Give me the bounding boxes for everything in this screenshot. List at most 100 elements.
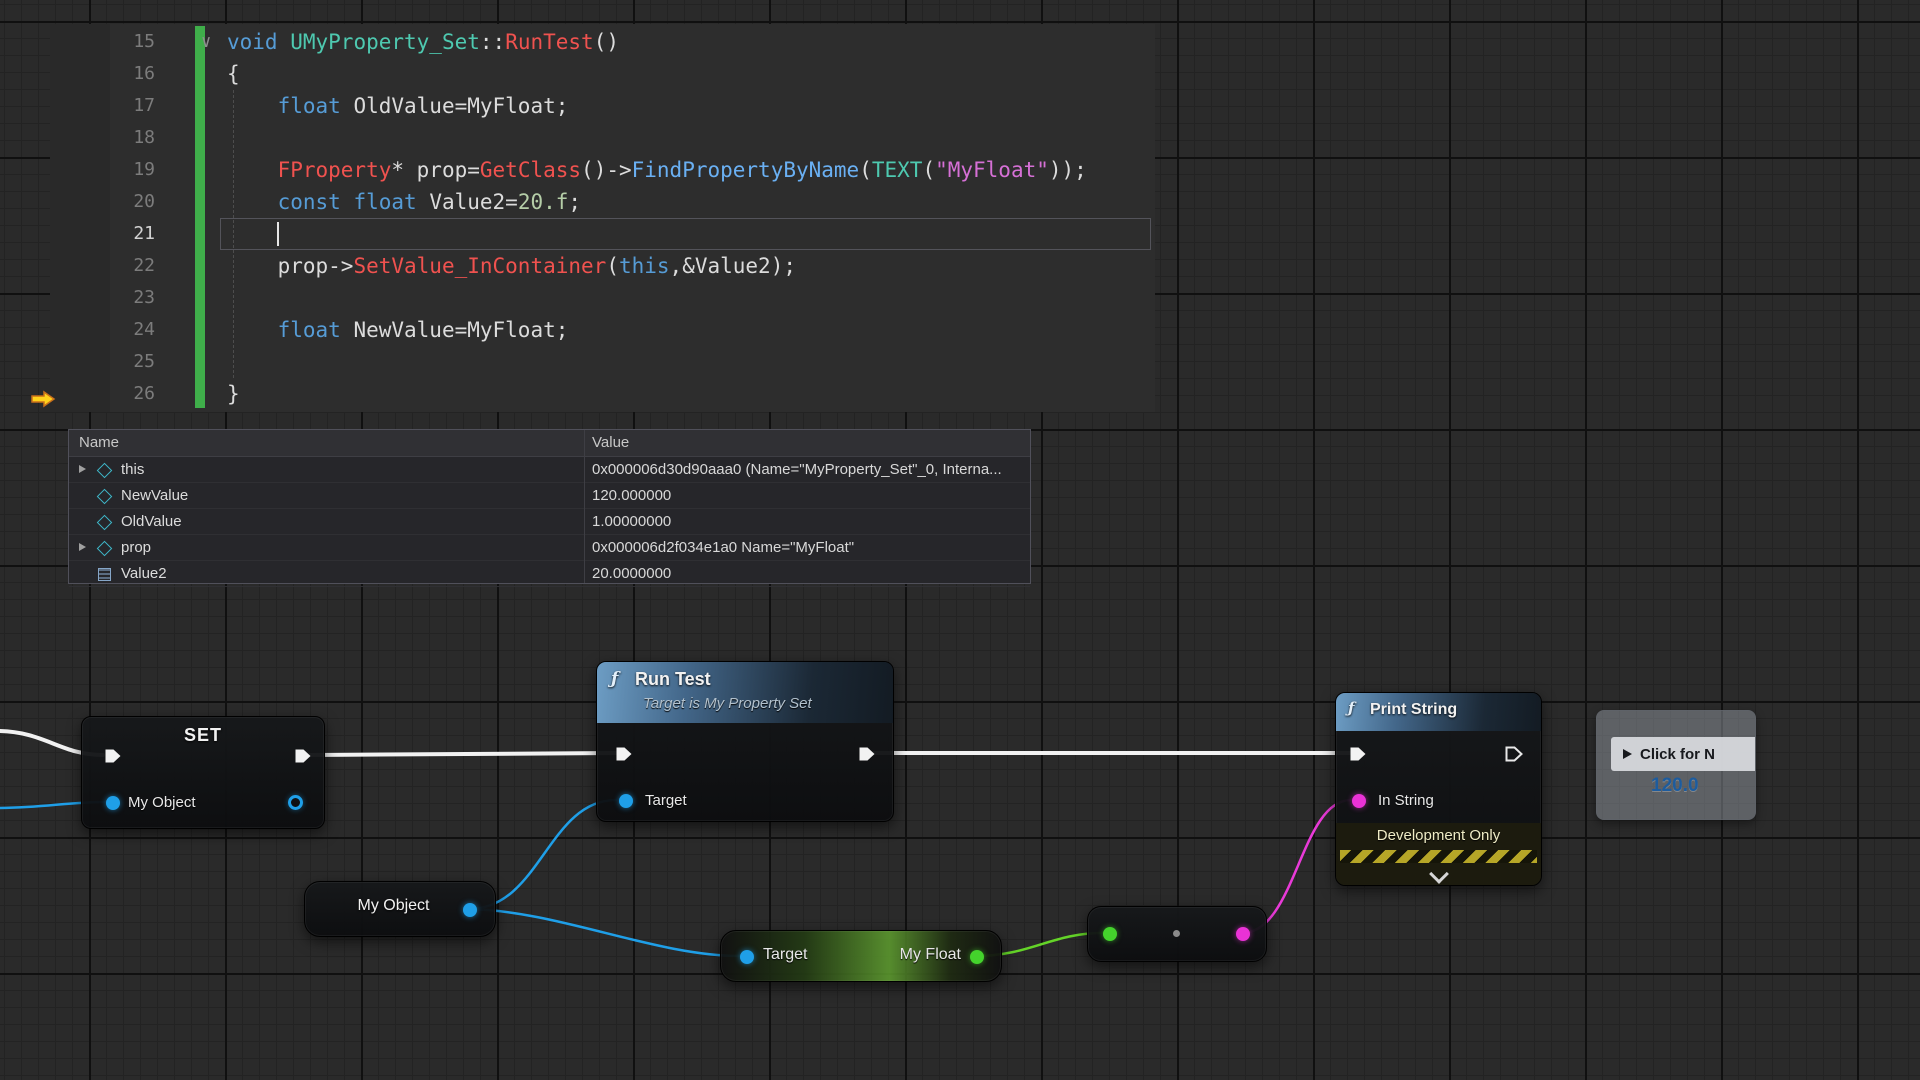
target-in-pin[interactable] — [619, 794, 633, 808]
object-icon — [97, 541, 113, 557]
watch-variable-name[interactable]: this — [121, 457, 144, 482]
watch-header: Name Value — [69, 430, 1030, 457]
watch-variable-value[interactable]: 0x000006d2f034e1a0 Name="MyFloat" — [592, 535, 1024, 560]
exec-out-pin[interactable] — [1505, 746, 1523, 762]
watch-row[interactable]: prop 0x000006d2f034e1a0 Name="MyFloat" — [69, 535, 1030, 561]
line-number: 25 — [50, 346, 155, 378]
exec-out-pin[interactable] — [294, 748, 312, 764]
code-line[interactable]: 18 — [50, 122, 1155, 154]
target-pin-label: Target — [645, 792, 687, 809]
code-line[interactable]: 21 — [50, 218, 1155, 250]
development-only-section: Development Only — [1336, 823, 1541, 885]
line-number: 20 — [50, 186, 155, 218]
watch-variable-value[interactable]: 1.00000000 — [592, 509, 1024, 534]
line-number: 22 — [50, 250, 155, 282]
column-divider[interactable] — [584, 430, 585, 583]
watch-row[interactable]: NewValue 120.000000 — [69, 483, 1030, 509]
set-pin-label: My Object — [128, 794, 196, 811]
to-string-conversion-node[interactable] — [1087, 906, 1267, 962]
hazard-stripes — [1340, 850, 1537, 863]
print-string-node[interactable]: ƒ Print String In String Development Onl… — [1335, 692, 1542, 886]
run-test-header: ƒ Run Test Target is My Property Set — [597, 662, 893, 723]
string-out-pin[interactable] — [1236, 927, 1250, 941]
exec-out-pin[interactable] — [858, 746, 876, 762]
watch-rows: this 0x000006d30d90aaa0 (Name="MyProperty… — [69, 457, 1030, 587]
name-column-header[interactable]: Name — [79, 430, 119, 456]
watch-variable-name[interactable]: NewValue — [121, 483, 188, 508]
target-in-pin[interactable] — [740, 950, 754, 964]
exec-in-pin[interactable] — [615, 746, 633, 762]
watch-variable-value[interactable]: 120.000000 — [592, 483, 1024, 508]
set-node-title: SET — [82, 725, 324, 746]
expand-arrow-icon[interactable] — [79, 543, 86, 551]
code-line[interactable]: 19 FProperty* prop=GetClass()->FindPrope… — [50, 154, 1155, 186]
collapse-dot-icon — [1173, 930, 1180, 937]
chevron-down-icon[interactable] — [1429, 864, 1449, 884]
watch-variable-value[interactable]: 20.0000000 — [592, 561, 1024, 586]
in-string-label: In String — [1378, 792, 1434, 809]
line-number: 21 — [50, 218, 155, 250]
code-editor[interactable]: 15∨void UMyProperty_Set::RunTest()16{17 … — [50, 24, 1155, 412]
print-string-title: Print String — [1370, 701, 1457, 719]
code-line[interactable]: 16{ — [50, 58, 1155, 90]
code-line[interactable]: 17 float OldValue=MyFloat; — [50, 90, 1155, 122]
watch-variable-name[interactable]: OldValue — [121, 509, 182, 534]
exec-in-pin[interactable] — [1349, 746, 1367, 762]
object-out-pin[interactable] — [288, 795, 303, 810]
my-object-in-pin[interactable] — [106, 796, 120, 810]
function-icon: ƒ — [1348, 699, 1354, 717]
object-icon — [97, 463, 113, 479]
print-string-header: ƒ Print String — [1336, 693, 1541, 731]
code-line[interactable]: 22 prop->SetValue_InContainer(this,&Valu… — [50, 250, 1155, 282]
watch-row[interactable]: Value2 20.0000000 — [69, 561, 1030, 587]
my-float-label: My Float — [900, 946, 961, 964]
code-lines: 15∨void UMyProperty_Set::RunTest()16{17 … — [50, 26, 1155, 410]
watch-row[interactable]: OldValue 1.00000000 — [69, 509, 1030, 535]
float-in-pin[interactable] — [1103, 927, 1117, 941]
debug-header-bar[interactable]: Click for N — [1611, 737, 1755, 771]
code-line[interactable]: 23 — [50, 282, 1155, 314]
line-number: 17 — [50, 90, 155, 122]
run-test-node[interactable]: ƒ Run Test Target is My Property Set Tar… — [596, 661, 894, 822]
watch-variable-name[interactable]: prop — [121, 535, 151, 560]
run-test-subtitle: Target is My Property Set — [643, 695, 812, 712]
code-line[interactable]: 25 — [50, 346, 1155, 378]
line-number: 19 — [50, 154, 155, 186]
line-number: 26 — [50, 378, 155, 410]
code-line[interactable]: 20 const float Value2=20.f; — [50, 186, 1155, 218]
execution-pointer-icon — [30, 385, 56, 417]
expand-arrow-icon[interactable] — [79, 465, 86, 473]
debug-value-node[interactable]: Click for N 120.0 — [1596, 710, 1756, 820]
run-test-title: Run Test — [635, 669, 711, 690]
my-object-getter-node[interactable]: My Object — [304, 881, 496, 937]
watch-row[interactable]: this 0x000006d30d90aaa0 (Name="MyProperty… — [69, 457, 1030, 483]
code-line[interactable]: 15∨void UMyProperty_Set::RunTest() — [50, 26, 1155, 58]
object-icon — [97, 489, 113, 505]
function-icon: ƒ — [611, 669, 618, 689]
target-label: Target — [763, 946, 807, 964]
text-caret — [277, 222, 279, 246]
set-node[interactable]: SET My Object — [81, 716, 325, 829]
debug-header-label: Click for N — [1640, 746, 1715, 763]
play-icon — [1623, 749, 1632, 759]
watch-variable-name[interactable]: Value2 — [121, 561, 167, 586]
current-line-highlight — [220, 218, 1151, 250]
float-out-pin[interactable] — [970, 950, 984, 964]
object-out-pin[interactable] — [463, 903, 477, 917]
object-icon — [97, 515, 113, 531]
my-object-title: My Object — [320, 897, 467, 915]
watch-variable-value[interactable]: 0x000006d30d90aaa0 (Name="MyProperty_Set… — [592, 457, 1024, 482]
code-line[interactable]: 26} — [50, 378, 1155, 410]
development-only-label: Development Only — [1336, 827, 1541, 844]
line-number: 24 — [50, 314, 155, 346]
watch-panel[interactable]: Name Value this 0x000006d30d90aaa0 (Name=… — [68, 429, 1031, 584]
code-line[interactable]: 24 float NewValue=MyFloat; — [50, 314, 1155, 346]
debug-watch-value: 120.0 — [1651, 775, 1699, 797]
value-column-header[interactable]: Value — [592, 430, 629, 456]
get-my-float-node[interactable]: Target My Float — [720, 930, 1002, 982]
unreal-editor-window: SET My Object ƒ Run Test Target is My Pr… — [0, 0, 1920, 1080]
line-number: 23 — [50, 282, 155, 314]
line-number: 16 — [50, 58, 155, 90]
in-string-pin[interactable] — [1352, 794, 1366, 808]
exec-in-pin[interactable] — [104, 748, 122, 764]
